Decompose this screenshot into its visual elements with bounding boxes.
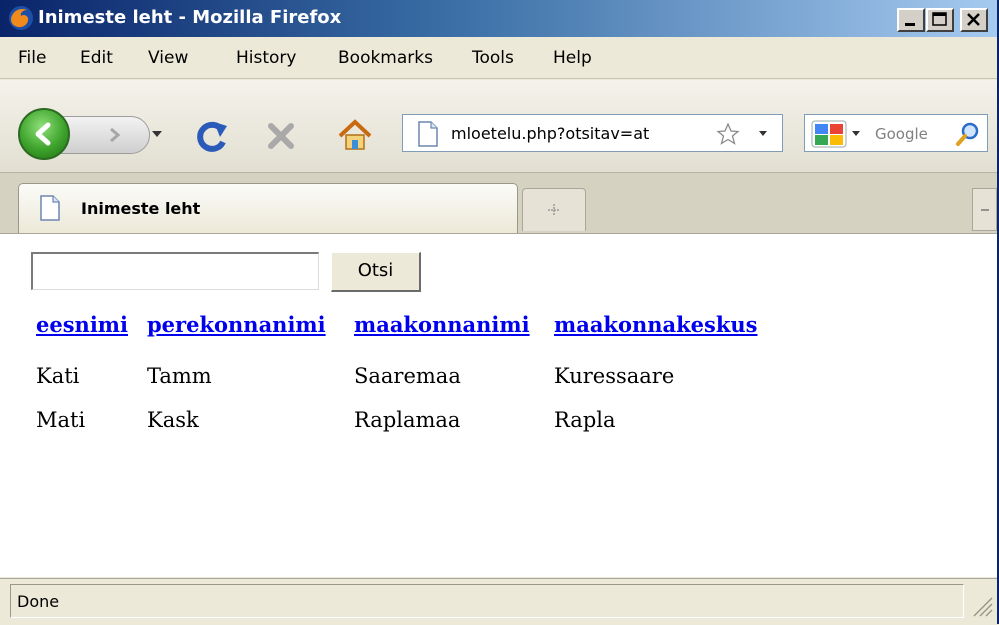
cell-maakonnakeskus: Rapla [554, 408, 616, 432]
search-input[interactable] [31, 252, 319, 290]
firefox-icon [9, 6, 33, 30]
close-button[interactable] [960, 8, 988, 32]
engine-dropdown-icon[interactable] [851, 129, 863, 139]
minimize-icon [905, 23, 915, 26]
cell-eesnimi: Kati [36, 364, 80, 388]
window-title: Inimeste leht - Mozilla Firefox [38, 7, 342, 28]
cell-perekonnanimi: Kask [147, 408, 199, 432]
title-bar: Inimeste leht - Mozilla Firefox [0, 0, 997, 37]
resize-grip-icon[interactable] [968, 592, 994, 620]
cell-maakonnanimi: Raplamaa [354, 408, 461, 432]
search-bar[interactable]: Google [804, 114, 988, 152]
tab-page-icon [40, 195, 60, 221]
cell-maakonnakeskus: Kuressaare [554, 364, 675, 388]
status-text: Done [17, 592, 60, 611]
url-dropdown-icon[interactable] [758, 129, 770, 139]
cell-perekonnanimi: Tamm [147, 364, 212, 388]
header-link-perekonnanimi[interactable]: perekonnanimi [147, 312, 326, 337]
cell-maakonnanimi: Saaremaa [354, 364, 461, 388]
header-link-maakonnanimi[interactable]: maakonnanimi [354, 312, 530, 337]
menu-bookmarks[interactable]: Bookmarks [338, 48, 433, 68]
google-icon[interactable] [811, 120, 847, 148]
reload-icon[interactable] [192, 116, 232, 156]
otsi-button[interactable]: Otsi [331, 252, 421, 292]
maximize-icon [932, 12, 947, 26]
stop-icon[interactable] [263, 118, 299, 154]
url-bar[interactable]: mloetelu.php?otsitav=at [402, 114, 783, 152]
tab-list-icon [981, 209, 989, 211]
menu-history[interactable]: History [236, 48, 296, 68]
menu-view[interactable]: View [148, 48, 188, 68]
forward-icon [110, 127, 121, 143]
close-icon [967, 13, 980, 26]
new-tab-icon [548, 204, 560, 216]
home-icon[interactable] [335, 116, 375, 156]
tab-list-button[interactable] [972, 188, 997, 231]
url-text: mloetelu.php?otsitav=at [451, 124, 650, 143]
menu-help[interactable]: Help [553, 48, 592, 68]
maximize-button[interactable] [926, 8, 954, 32]
browser-window: Inimeste leht - Mozilla Firefox File Edi… [0, 0, 999, 625]
forward-button[interactable] [60, 116, 150, 154]
tab-inimeste-leht[interactable]: Inimeste leht [18, 183, 518, 233]
search-icon[interactable] [955, 121, 981, 147]
header-link-eesnimi[interactable]: eesnimi [36, 312, 128, 337]
search-placeholder: Google [875, 125, 928, 143]
status-panel [10, 584, 964, 618]
menu-bar: File Edit View History Bookmarks Tools H… [0, 38, 997, 79]
header-link-maakonnakeskus[interactable]: maakonnakeskus [554, 312, 758, 337]
back-button[interactable] [18, 108, 70, 160]
menu-file[interactable]: File [18, 48, 46, 68]
tab-label: Inimeste leht [81, 199, 201, 218]
menu-tools[interactable]: Tools [472, 48, 514, 68]
dropdown-icon[interactable] [150, 126, 164, 140]
minimize-button[interactable] [897, 8, 925, 32]
cell-eesnimi: Mati [36, 408, 86, 432]
page-icon [418, 121, 438, 147]
back-icon [35, 122, 51, 146]
menu-edit[interactable]: Edit [80, 48, 113, 68]
new-tab-button[interactable] [522, 188, 586, 231]
bookmark-star-icon[interactable] [716, 122, 740, 146]
